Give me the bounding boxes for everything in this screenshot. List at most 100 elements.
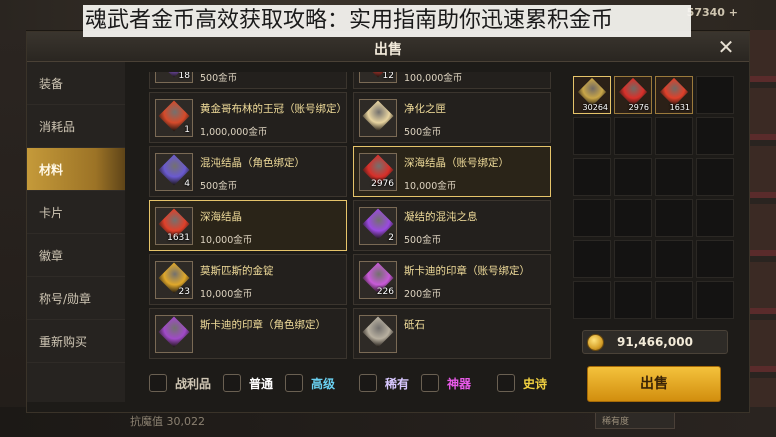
sell-slot-filled[interactable]: 2976 (614, 76, 652, 114)
gold-value: 91,466,000 (617, 335, 693, 349)
item-price: 500金币 (200, 181, 238, 192)
filter-option[interactable]: 神器 (421, 372, 491, 394)
item-card[interactable]: 净化之匣 500金币 (353, 92, 551, 143)
item-count: 18 (178, 72, 190, 81)
crystal-icon (362, 316, 394, 348)
item-card[interactable]: 12 100,000金币 (353, 72, 551, 89)
item-price: 500金币 (404, 235, 442, 246)
sell-slot-empty[interactable] (573, 199, 611, 237)
filter-option[interactable]: 史诗 (497, 372, 567, 394)
item-card[interactable]: 4 混沌结晶（角色绑定） 500金币 (149, 146, 347, 197)
sidebar-item-equipment[interactable]: 装备 (27, 62, 125, 105)
item-icon: 23 (155, 261, 193, 299)
game-right-edge (750, 30, 776, 437)
item-price: 10,000金币 (404, 181, 457, 192)
sell-slot-grid: 30264 2976 1631 (573, 76, 739, 326)
sidebar-item-badges[interactable]: 徽章 (27, 234, 125, 277)
item-price: 500金币 (404, 127, 442, 138)
item-count: 1 (184, 125, 190, 135)
item-icon: 2976 (359, 153, 397, 191)
item-card[interactable]: 2 凝结的混沌之息 500金币 (353, 200, 551, 251)
item-name: 深海结晶 (200, 211, 242, 223)
item-card[interactable]: 23 莫斯匹斯的金锭 10,000金币 (149, 254, 347, 305)
filter-label: 战利品 (175, 377, 212, 391)
sell-slot-empty[interactable] (573, 240, 611, 278)
slot-item-icon (577, 77, 607, 107)
item-name: 深海结晶（账号绑定） (404, 157, 509, 169)
filter-checkbox[interactable] (359, 374, 377, 392)
item-price: 500金币 (200, 73, 238, 84)
item-price: 1,000,000金币 (200, 127, 268, 138)
filter-option[interactable]: 普通 (223, 372, 293, 394)
item-count: 12 (382, 72, 394, 81)
filter-label: 稀有 (385, 377, 410, 391)
crystal-icon (362, 100, 394, 132)
sidebar-item-cards[interactable]: 卡片 (27, 191, 125, 234)
item-name: 混沌结晶（角色绑定） (200, 157, 305, 169)
sell-slot-empty[interactable] (655, 199, 693, 237)
filter-option[interactable]: 高级 (285, 372, 355, 394)
sell-slot-empty[interactable] (655, 117, 693, 155)
filter-checkbox[interactable] (149, 374, 167, 392)
sell-slot-empty[interactable] (614, 158, 652, 196)
item-card[interactable]: 18 500金币 (149, 72, 347, 89)
item-count: 4 (184, 179, 190, 189)
item-name: 净化之匣 (404, 103, 446, 115)
filter-label: 史诗 (523, 377, 548, 391)
item-card[interactable]: 斯卡迪的印章（角色绑定） (149, 308, 347, 359)
sell-slot-empty[interactable] (573, 158, 611, 196)
filter-checkbox[interactable] (421, 374, 439, 392)
item-price: 10,000金币 (200, 289, 253, 300)
item-name: 砥石 (404, 319, 425, 331)
item-count: 226 (376, 287, 394, 297)
filter-option[interactable]: 稀有 (359, 372, 429, 394)
sell-slot-empty[interactable] (614, 199, 652, 237)
sell-button[interactable]: 出售 (587, 366, 721, 402)
sell-slot-filled[interactable]: 1631 (655, 76, 693, 114)
filter-checkbox[interactable] (285, 374, 303, 392)
sell-slot-empty[interactable] (614, 117, 652, 155)
item-card[interactable]: 226 斯卡迪的印章（账号绑定） 200金币 (353, 254, 551, 305)
rarity-dropdown[interactable]: 稀有度 (595, 411, 675, 429)
sell-slot-filled[interactable]: 30264 (573, 76, 611, 114)
top-counter: 57340 + (686, 6, 738, 19)
bottom-stat-text: 抗魔值 30,022 (130, 415, 205, 428)
sell-slot-empty[interactable] (696, 240, 734, 278)
filter-option[interactable]: 战利品 (149, 372, 219, 394)
sell-slot-empty[interactable] (696, 199, 734, 237)
sidebar-item-rebuy[interactable]: 重新购买 (27, 320, 125, 363)
slot-item-icon (659, 77, 689, 107)
item-card[interactable]: 1631 深海结晶 10,000金币 (149, 200, 347, 251)
sell-slot-empty[interactable] (614, 281, 652, 319)
sell-slot-empty[interactable] (696, 117, 734, 155)
sell-slot-empty[interactable] (655, 158, 693, 196)
item-count: 2 (388, 233, 394, 243)
item-card[interactable]: 1 黄金哥布林的王冠（账号绑定） 1,000,000金币 (149, 92, 347, 143)
item-icon: 4 (155, 153, 193, 191)
filter-checkbox[interactable] (497, 374, 515, 392)
item-price: 10,000金币 (200, 235, 253, 246)
sell-slot-empty[interactable] (696, 76, 734, 114)
sell-slot-empty[interactable] (573, 281, 611, 319)
sidebar-item-materials[interactable]: 材料 (27, 148, 125, 191)
item-icon: 18 (155, 72, 193, 83)
sell-slot-empty[interactable] (655, 281, 693, 319)
close-icon[interactable]: ✕ (715, 36, 737, 58)
sell-slot-empty[interactable] (655, 240, 693, 278)
item-icon: 1631 (155, 207, 193, 245)
sell-slot-empty[interactable] (614, 240, 652, 278)
slot-count: 1631 (669, 103, 690, 112)
sidebar-item-titles[interactable]: 称号/勋章 (27, 277, 125, 320)
sell-slot-empty[interactable] (696, 158, 734, 196)
item-card[interactable]: 2976 深海结晶（账号绑定） 10,000金币 (353, 146, 551, 197)
sell-slot-empty[interactable] (573, 117, 611, 155)
item-card[interactable]: 砥石 (353, 308, 551, 359)
filter-label: 高级 (311, 377, 336, 391)
filter-checkbox[interactable] (223, 374, 241, 392)
item-price: 200金币 (404, 289, 442, 300)
item-count: 23 (178, 287, 190, 297)
sell-slot-empty[interactable] (696, 281, 734, 319)
sidebar-item-consumables[interactable]: 消耗品 (27, 105, 125, 148)
item-name: 凝结的混沌之息 (404, 211, 478, 223)
rarity-filters: 战利品 普通 高级 稀有 神器 史诗 (149, 372, 579, 398)
